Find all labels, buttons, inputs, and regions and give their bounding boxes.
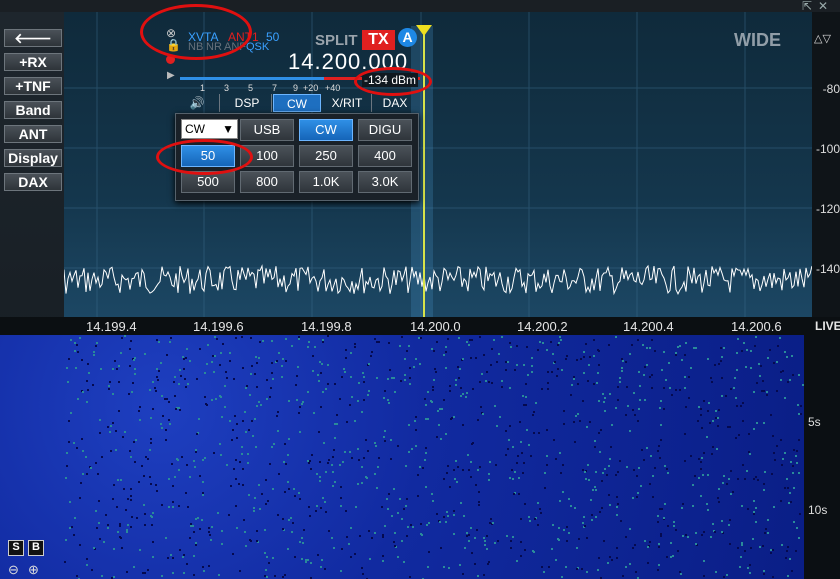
- filter-800-button[interactable]: 800: [240, 171, 294, 193]
- tab-xrit[interactable]: X/RIT: [323, 94, 372, 112]
- qsk-label[interactable]: QSK: [246, 41, 269, 53]
- b-button[interactable]: B: [28, 540, 44, 556]
- dax-button[interactable]: DAX: [4, 173, 62, 191]
- freq-tick: 14.200.2: [517, 319, 568, 334]
- freq-tick: 14.200.0: [410, 319, 461, 334]
- s-button[interactable]: S: [8, 540, 24, 556]
- close-icon[interactable]: ✕: [818, 0, 828, 12]
- split-button[interactable]: SPLIT: [315, 32, 358, 49]
- zoom-out-icon[interactable]: ⊖: [8, 562, 19, 578]
- db-label: -100: [815, 142, 840, 156]
- annotation-circle: [140, 4, 252, 60]
- annotation-circle: [354, 67, 432, 96]
- freq-tick: 14.199.4: [86, 319, 137, 334]
- frequency-axis[interactable]: 14.199.4 14.199.6 14.199.8 14.200.0 14.2…: [0, 317, 840, 335]
- freq-tick: 14.200.4: [623, 319, 674, 334]
- wide-indicator[interactable]: WIDE: [734, 30, 781, 51]
- freq-tick: 14.199.8: [301, 319, 352, 334]
- freq-tick: 14.199.6: [193, 319, 244, 334]
- db-scale[interactable]: △▽ -80 -100 -120 -140: [812, 12, 840, 317]
- display-button[interactable]: Display: [4, 149, 62, 167]
- waterfall-noise: [64, 335, 804, 579]
- time-scale: 5s 10s: [804, 335, 840, 579]
- filter-250-button[interactable]: 250: [299, 145, 353, 167]
- filter-3k-button[interactable]: 3.0K: [358, 171, 412, 193]
- annotation-circle: [156, 139, 253, 175]
- mode-cw-button[interactable]: CW: [299, 119, 353, 141]
- zoom-in-icon[interactable]: ⊕: [28, 562, 39, 578]
- filter-400-button[interactable]: 400: [358, 145, 412, 167]
- audio-tab[interactable]: 🔊: [175, 94, 220, 112]
- tab-dsp[interactable]: DSP: [223, 94, 272, 112]
- live-label: LIVE: [815, 319, 840, 333]
- time-label: 5s: [808, 415, 821, 429]
- freq-tick: 14.200.6: [731, 319, 782, 334]
- scale-up-icon[interactable]: △▽: [814, 32, 831, 45]
- play-icon[interactable]: ▶: [167, 70, 175, 81]
- add-rx-button[interactable]: +RX: [4, 53, 62, 71]
- db-label: -140: [815, 262, 840, 276]
- mode-digu-button[interactable]: DIGU: [358, 119, 412, 141]
- arrow-left-icon: 🡐: [14, 30, 52, 46]
- tab-cw[interactable]: CW: [273, 94, 321, 112]
- mode-usb-button[interactable]: USB: [240, 119, 294, 141]
- slice-letter-badge[interactable]: A: [398, 28, 417, 47]
- tx-button[interactable]: TX: [362, 30, 395, 50]
- add-tnf-button[interactable]: +TNF: [4, 77, 62, 95]
- db-label: -80: [822, 82, 840, 96]
- collapse-button[interactable]: 🡐: [4, 29, 62, 47]
- speaker-icon: 🔊: [189, 96, 205, 110]
- ant-button[interactable]: ANT: [4, 125, 62, 143]
- filter-1k-button[interactable]: 1.0K: [299, 171, 353, 193]
- restore-icon[interactable]: ⇱: [802, 0, 812, 12]
- tab-dax[interactable]: DAX: [373, 94, 417, 112]
- db-label: -120: [815, 202, 840, 216]
- time-label: 10s: [808, 503, 828, 517]
- band-button[interactable]: Band: [4, 101, 62, 119]
- spectrum-trace: [0, 264, 812, 296]
- slice-tabs: 🔊 DSP CW X/RIT DAX: [175, 94, 417, 112]
- top-strip: ⇱ ✕: [0, 0, 840, 12]
- dropdown-arrow-icon: ▼: [222, 122, 234, 136]
- mode-select[interactable]: CW ▼: [181, 119, 238, 139]
